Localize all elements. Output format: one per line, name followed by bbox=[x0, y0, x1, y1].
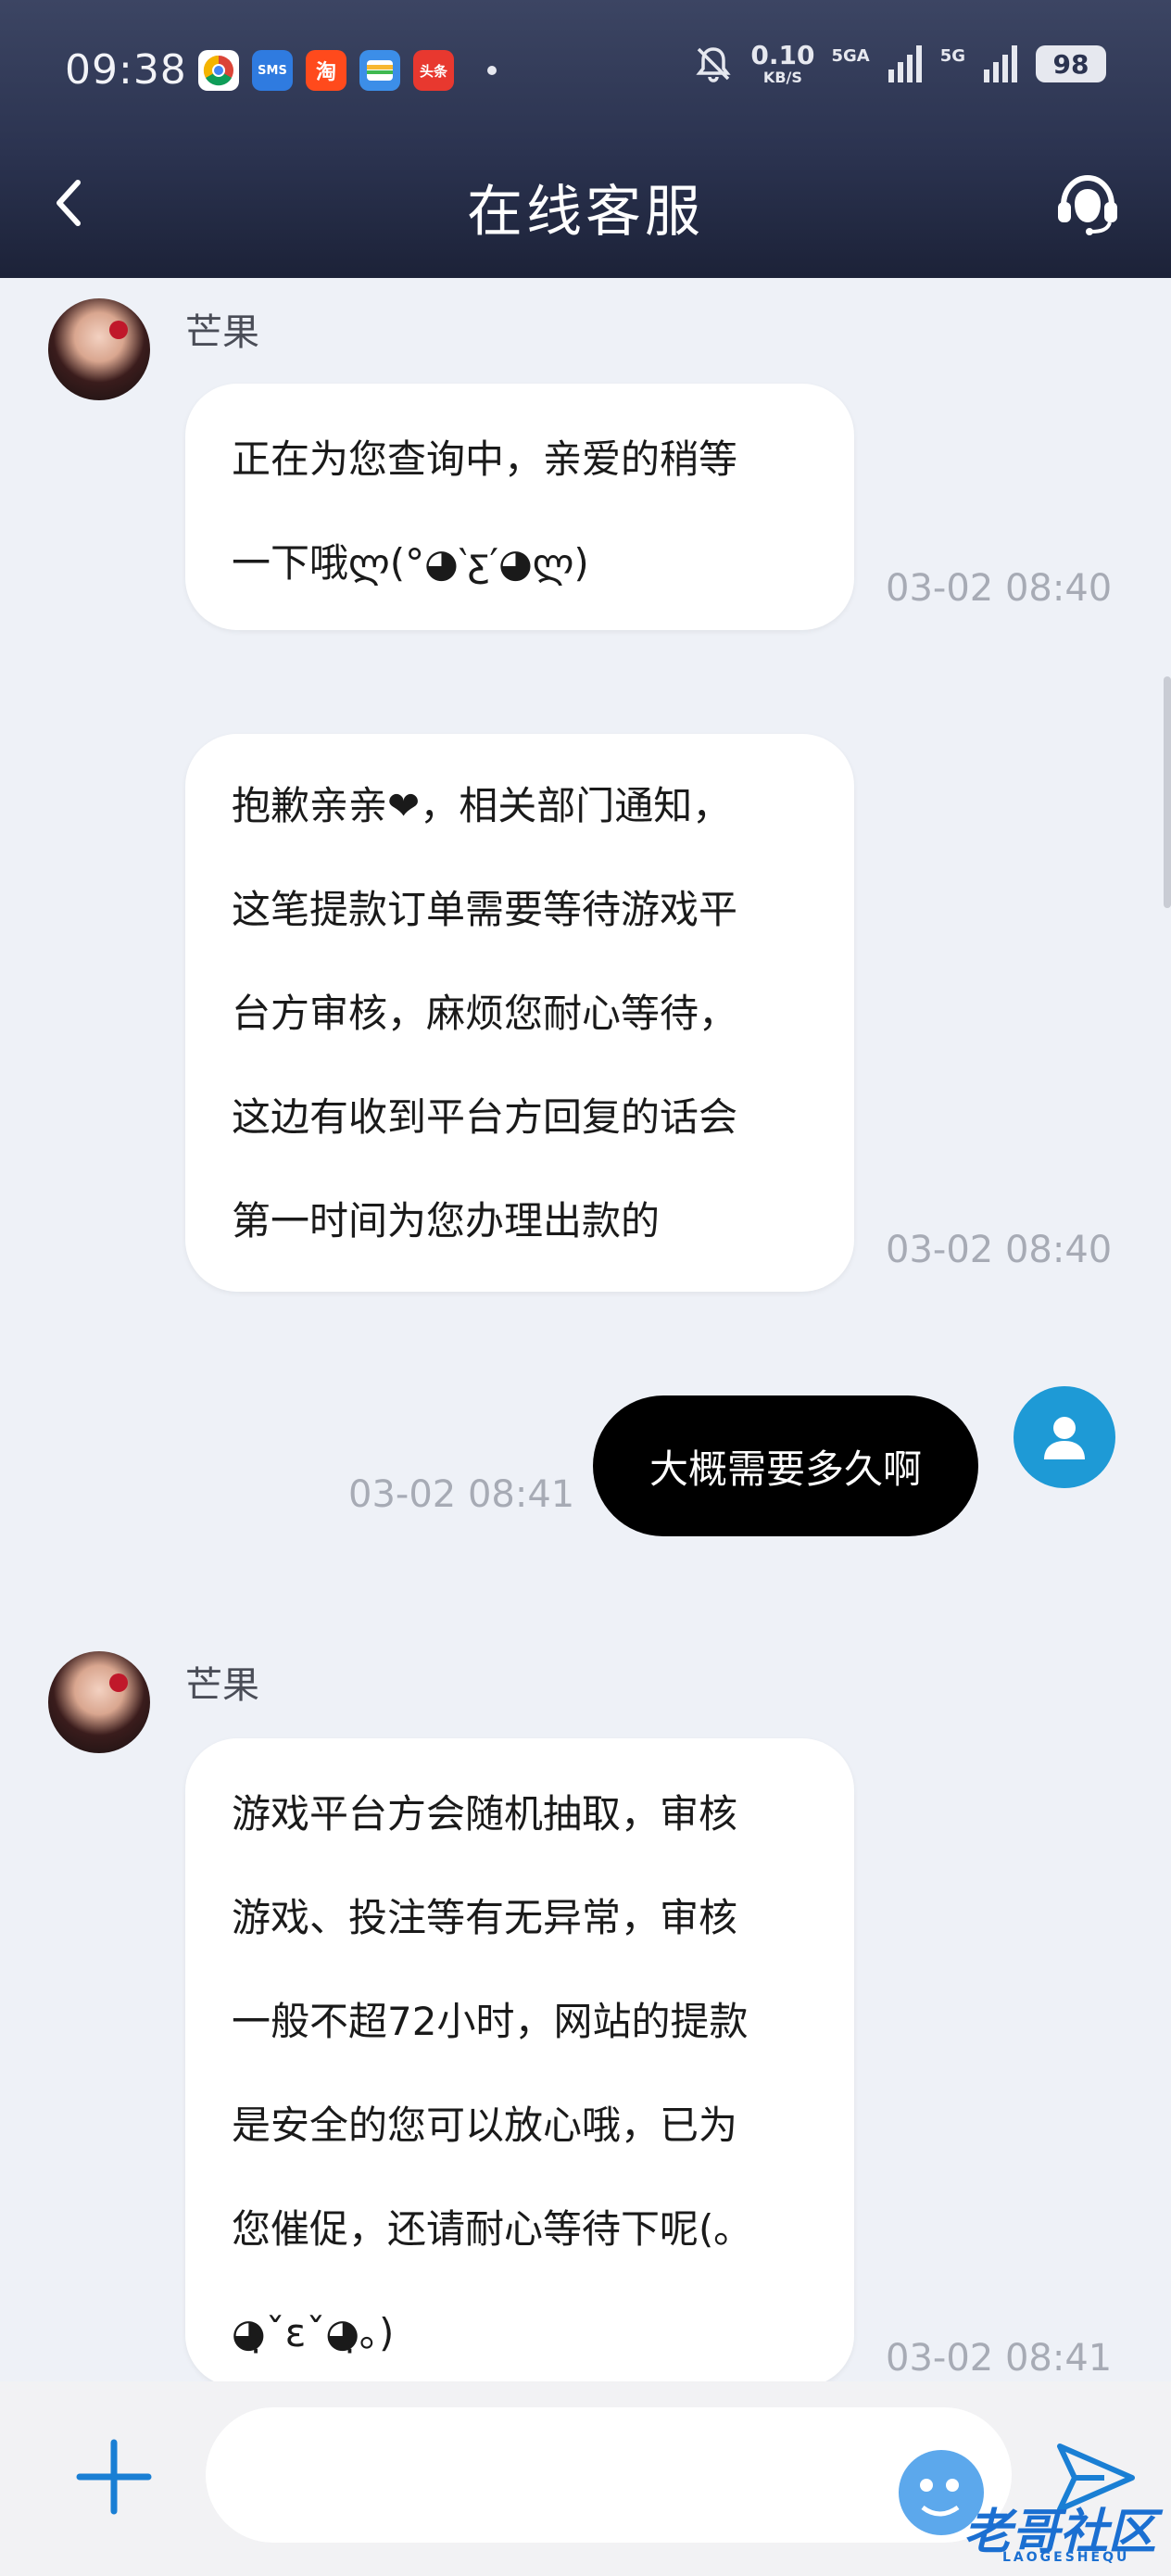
top-bar: 09:38 SMS 淘 头条 0.10 KB/S 5GA 5G 98 在线客服 bbox=[0, 0, 1171, 278]
battery-indicator: 98 bbox=[1036, 45, 1106, 82]
message-time: 03-02 08:40 bbox=[886, 1229, 1113, 1271]
taobao-icon: 淘 bbox=[306, 50, 346, 91]
message-bubble-outgoing[interactable]: 大概需要多久啊 bbox=[593, 1395, 978, 1536]
chrome-icon bbox=[198, 50, 239, 91]
message-time: 03-02 08:41 bbox=[348, 1473, 575, 1516]
signal1-label: 5GA bbox=[831, 46, 870, 66]
customer-service-button[interactable] bbox=[1051, 167, 1125, 241]
page-title: 在线客服 bbox=[467, 180, 704, 245]
sender-name: 芒果 bbox=[185, 311, 259, 354]
add-attachment-button[interactable] bbox=[72, 2435, 156, 2519]
watermark-subtext: LAOGESHEQU bbox=[1002, 2550, 1130, 2565]
status-right: 0.10 KB/S 5GA 5G 98 bbox=[693, 43, 1106, 85]
status-time: 09:38 bbox=[65, 46, 187, 94]
net-speed-value: 0.10 bbox=[750, 40, 815, 70]
message-bubble[interactable]: 正在为您查询中，亲爱的稍等 一下哦ლ(°◕‵ƹ′◕ლ) bbox=[185, 384, 854, 630]
headset-icon bbox=[1058, 174, 1117, 235]
wallet-icon bbox=[359, 50, 400, 91]
agent-avatar[interactable] bbox=[48, 1651, 150, 1753]
signal-bars-icon bbox=[984, 45, 1017, 82]
mute-icon bbox=[696, 47, 732, 82]
signal2-label: 5G bbox=[939, 46, 965, 66]
agent-avatar[interactable] bbox=[48, 298, 150, 400]
user-avatar[interactable] bbox=[1014, 1386, 1115, 1488]
sms-icon: SMS bbox=[252, 50, 293, 91]
scrollbar-thumb[interactable] bbox=[1164, 676, 1171, 908]
message-bubble[interactable]: 游戏平台方会随机抽取，审核 游戏、投注等有无异常，审核 一般不超72小时，网站的… bbox=[185, 1738, 854, 2387]
plus-icon bbox=[76, 2439, 152, 2515]
message-time: 03-02 08:41 bbox=[886, 2337, 1113, 2380]
user-icon bbox=[1044, 1417, 1085, 1459]
signal-bars-icon bbox=[888, 45, 922, 82]
message-bubble[interactable]: 抱歉亲亲❤，相关部门通知， 这笔提款订单需要等待游戏平 台方审核，麻烦您耐心等待… bbox=[185, 734, 854, 1292]
more-notifications-dot bbox=[487, 66, 497, 75]
message-input[interactable] bbox=[206, 2407, 1012, 2543]
sender-name: 芒果 bbox=[185, 1664, 259, 1707]
net-speed-unit: KB/S bbox=[762, 69, 802, 86]
message-time: 03-02 08:40 bbox=[886, 567, 1113, 610]
net-speed: 0.10 KB/S bbox=[750, 43, 814, 85]
status-app-icons: SMS 淘 头条 bbox=[198, 50, 497, 91]
toutiao-icon: 头条 bbox=[413, 50, 454, 91]
